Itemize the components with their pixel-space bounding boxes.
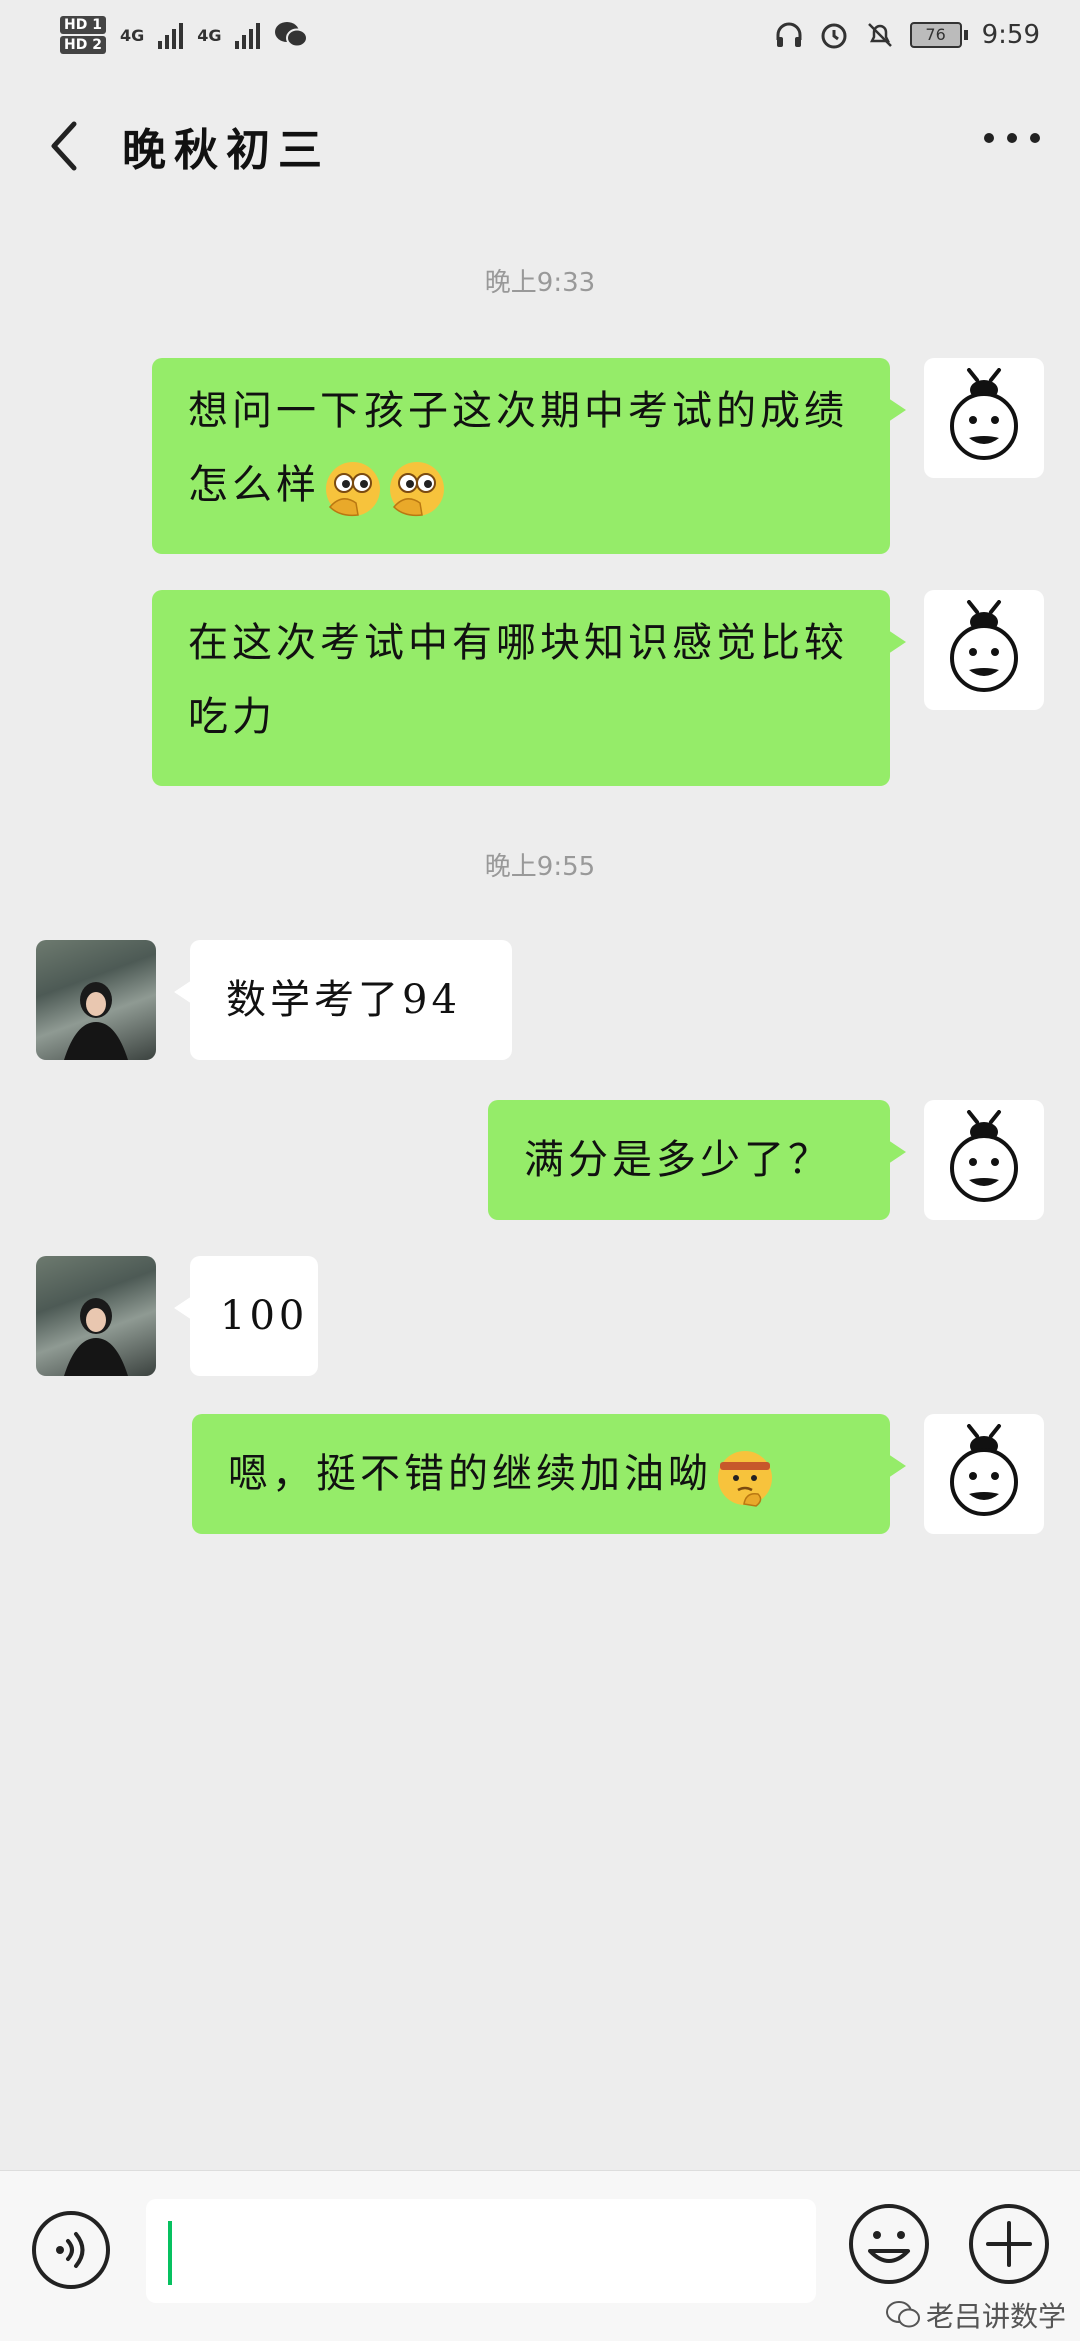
watermark: 老吕讲数学 [885, 2295, 1066, 2335]
sent-message-bubble[interactable]: 在这次考试中有哪块知识感觉比较吃力 [152, 590, 906, 786]
message-text: 100 [220, 1293, 309, 1339]
my-avatar[interactable] [924, 590, 1044, 710]
chat-title: 晚秋初三 [122, 125, 330, 176]
message-text: 嗯，挺不错的继续加油呦 [228, 1451, 712, 1497]
back-arrow-icon[interactable] [40, 118, 90, 174]
emoji-face-icon[interactable] [846, 2201, 932, 2287]
facepalm-peek-emoji [390, 462, 444, 517]
message-text: 在这次考试中有哪块知识感觉比较吃力 [188, 620, 848, 740]
message-text: 想问一下孩子这次期中考试的成绩怎么样 [188, 388, 848, 508]
person-photo-icon [64, 1298, 128, 1376]
received-message-bubble[interactable]: 数学考了94 [174, 940, 512, 1060]
hd1-badge: HD 1 [60, 16, 106, 34]
input-bar: 老吕讲数学 [0, 2170, 1080, 2341]
headphones-icon [776, 22, 802, 47]
contact-avatar[interactable] [36, 1256, 156, 1376]
wechat-logo-icon [885, 2301, 920, 2328]
cartoon-face-avatar-icon [950, 1110, 1018, 1202]
sent-message-bubble[interactable]: 嗯，挺不错的继续加油呦 [192, 1414, 906, 1534]
cartoon-face-avatar-icon [950, 600, 1018, 692]
plus-icon[interactable] [966, 2201, 1052, 2287]
hd2-badge: HD 2 [60, 36, 106, 54]
signal-icon [158, 21, 184, 49]
hd-indicators: HD 1 HD 2 [60, 16, 106, 54]
chat-header: 晚秋初三 [0, 90, 1080, 200]
received-message-bubble[interactable]: 100 [174, 1256, 318, 1376]
my-avatar[interactable] [924, 1414, 1044, 1534]
message-timestamp: 晚上9:55 [484, 852, 596, 882]
cartoon-face-avatar-icon [950, 368, 1018, 460]
message-input[interactable] [146, 2199, 816, 2303]
battery-icon: 76 [909, 22, 968, 48]
signal-icon-2 [235, 21, 261, 49]
network-type-1: 4G [119, 25, 145, 45]
contact-avatar[interactable] [36, 940, 156, 1060]
wechat-icon [275, 22, 309, 48]
text-caret [168, 2221, 172, 2285]
my-avatar[interactable] [924, 1100, 1044, 1220]
sent-message-bubble[interactable]: 满分是多少了？ [488, 1100, 906, 1220]
mute-icon [867, 23, 892, 47]
sent-message-bubble[interactable]: 想问一下孩子这次期中考试的成绩怎么样 [152, 358, 906, 554]
watermark-text: 老吕讲数学 [925, 2300, 1066, 2333]
network-type-2: 4G [197, 25, 222, 45]
headband-thinking-emoji [718, 1451, 772, 1507]
my-avatar[interactable] [924, 358, 1044, 478]
message-text: 数学考了94 [226, 977, 461, 1023]
status-bar: HD 1 HD 2 4G 4G 76 9:59 [0, 0, 1080, 70]
person-photo-icon [64, 982, 128, 1060]
message-timestamp: 晚上9:33 [484, 268, 596, 298]
battery-level: 76 [909, 22, 962, 48]
more-options-icon[interactable] [984, 128, 1040, 148]
alarm-icon [821, 23, 847, 49]
status-time: 9:59 [981, 20, 1040, 50]
facepalm-peek-emoji [326, 462, 380, 517]
status-right: 76 9:59 [774, 19, 1040, 51]
cartoon-face-avatar-icon [950, 1424, 1018, 1516]
message-text: 满分是多少了？ [524, 1137, 832, 1183]
status-left: HD 1 HD 2 4G 4G [60, 16, 309, 54]
voice-input-icon[interactable] [30, 2209, 112, 2291]
